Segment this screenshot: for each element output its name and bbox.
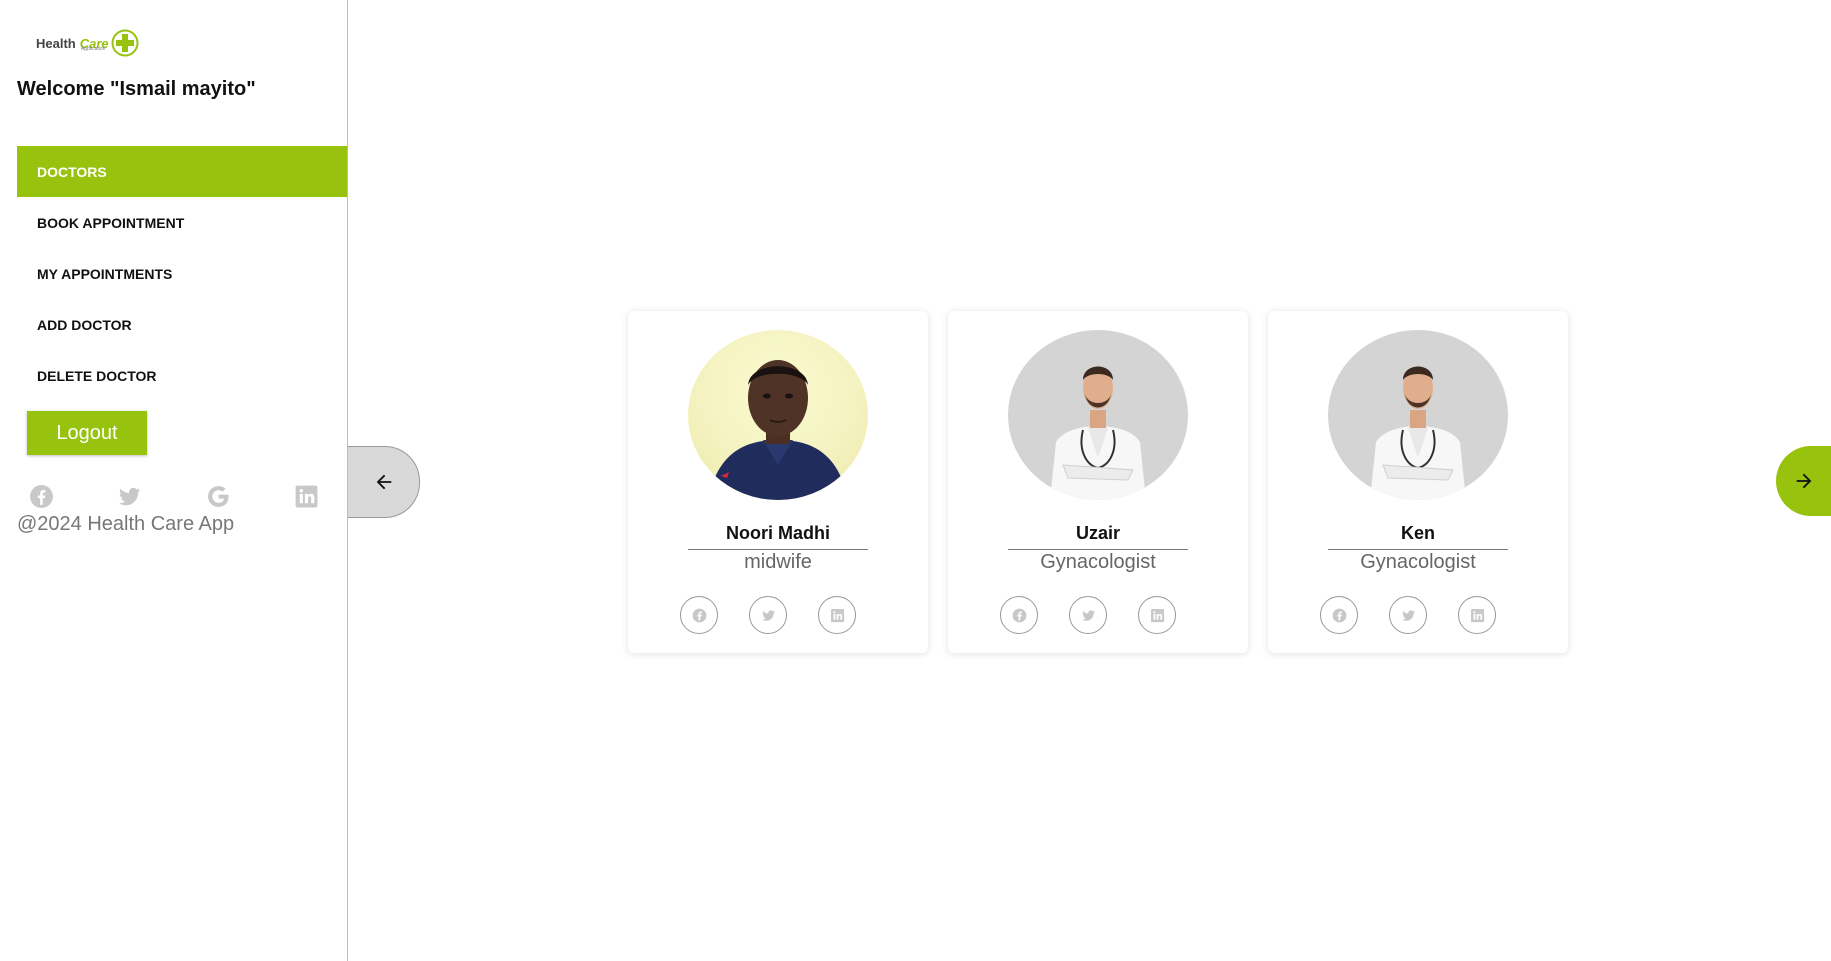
twitter-button[interactable] [749, 596, 787, 634]
logout-button[interactable]: Logout [27, 411, 147, 455]
logo-text-health: Health [36, 35, 76, 51]
sidebar-item-doctors[interactable]: DOCTORS [17, 146, 347, 197]
facebook-icon[interactable] [29, 484, 54, 509]
sidebar-item-my-appointments[interactable]: MY APPOINTMENTS [17, 248, 347, 299]
facebook-icon [1012, 608, 1026, 622]
linkedin-button[interactable] [1138, 596, 1176, 634]
app-logo[interactable]: Health Care Application [36, 28, 139, 58]
facebook-icon [692, 608, 706, 622]
sidebar-item-delete-doctor[interactable]: DELETE DOCTOR [17, 350, 347, 401]
doctor-specialty: Gynacologist [1040, 551, 1156, 573]
doctor-name: Ken [1328, 523, 1508, 550]
linkedin-icon [1150, 608, 1164, 622]
doctor-specialty: Gynacologist [1360, 551, 1476, 573]
doctor-name: Noori Madhi [688, 523, 868, 550]
twitter-icon [761, 609, 775, 621]
logo-tagline: Application [81, 46, 106, 52]
sidebar: Health Care Application Welcome "Ismail … [0, 0, 348, 961]
facebook-button[interactable] [680, 596, 718, 634]
twitter-icon [1081, 609, 1095, 621]
sidebar-menu: DOCTORS BOOK APPOINTMENT MY APPOINTMENTS… [17, 146, 347, 401]
linkedin-icon [1470, 608, 1484, 622]
facebook-icon [1332, 608, 1346, 622]
twitter-icon [1401, 609, 1415, 621]
sidebar-social-links [29, 484, 319, 509]
doctor-card[interactable]: Ken Gynacologist [1268, 311, 1568, 653]
sidebar-item-book-appointment[interactable]: BOOK APPOINTMENT [17, 197, 347, 248]
facebook-button[interactable] [1000, 596, 1038, 634]
welcome-message: Welcome "Ismail mayito" [17, 78, 256, 100]
facebook-button[interactable] [1320, 596, 1358, 634]
doctor-specialty: midwife [744, 551, 812, 573]
copyright-text: @2024 Health Care App [17, 513, 235, 535]
linkedin-icon [830, 608, 844, 622]
doctor-social-links [680, 596, 856, 634]
twitter-button[interactable] [1389, 596, 1427, 634]
doctor-social-links [1320, 596, 1496, 634]
doctor-photo [1328, 330, 1508, 500]
doctor-photo [688, 330, 868, 500]
doctor-photo [1008, 330, 1188, 500]
linkedin-icon[interactable] [294, 484, 319, 509]
linkedin-button[interactable] [818, 596, 856, 634]
google-icon[interactable] [206, 484, 231, 509]
carousel-next-button[interactable] [1776, 446, 1831, 516]
twitter-button[interactable] [1069, 596, 1107, 634]
doctor-name: Uzair [1008, 523, 1188, 550]
medical-cross-icon [111, 29, 139, 57]
doctor-card[interactable]: Noori Madhi midwife [628, 311, 928, 653]
linkedin-button[interactable] [1458, 596, 1496, 634]
sidebar-item-add-doctor[interactable]: ADD DOCTOR [17, 299, 347, 350]
carousel-prev-button[interactable] [348, 446, 420, 518]
arrow-left-icon [376, 474, 391, 490]
twitter-icon[interactable] [117, 484, 142, 509]
arrow-right-icon [1796, 473, 1811, 489]
doctor-social-links [1000, 596, 1176, 634]
doctor-card[interactable]: Uzair Gynacologist [948, 311, 1248, 653]
